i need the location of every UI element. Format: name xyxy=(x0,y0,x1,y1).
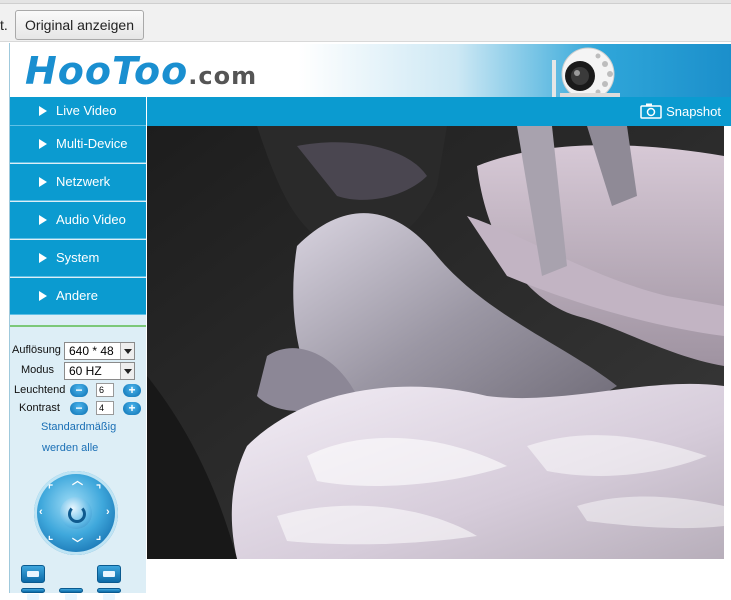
sidebar-divider xyxy=(10,325,146,327)
sidebar-item-andere[interactable]: Andere xyxy=(10,278,146,315)
reset-defaults-link[interactable]: Standardmäßig xyxy=(41,421,116,433)
show-original-button[interactable]: Original anzeigen xyxy=(15,10,144,40)
camera-illustration-icon xyxy=(552,47,620,97)
arrow-right-icon[interactable]: › xyxy=(106,507,110,518)
sidebar-item-label: Netzwerk xyxy=(56,174,111,189)
arrow-left-icon[interactable]: ‹ xyxy=(39,507,43,518)
contrast-label: Kontrast xyxy=(19,402,60,414)
sidebar-item-multi-device[interactable]: Multi-Device xyxy=(10,126,146,163)
row2-button-2[interactable] xyxy=(59,588,83,600)
sidebar-item-live-video[interactable]: Live Video xyxy=(10,97,146,126)
video-frame-image xyxy=(147,126,724,559)
translate-text-fragment: t. xyxy=(0,17,8,33)
minus-icon: − xyxy=(75,383,83,397)
sidebar-item-audio-video[interactable]: Audio Video xyxy=(10,202,146,239)
brightness-increase-button[interactable]: + xyxy=(123,384,141,397)
resolution-label: Auflösung xyxy=(12,344,61,356)
window-edge xyxy=(0,0,731,4)
video-toolbar: Snapshot xyxy=(147,97,731,126)
contrast-increase-button[interactable]: + xyxy=(123,402,141,415)
snapshot-label: Snapshot xyxy=(666,103,721,119)
mode-select[interactable]: 60 HZ xyxy=(64,362,135,380)
reset-defaults-link-line2[interactable]: werden alle xyxy=(42,442,98,454)
triangle-right-icon xyxy=(39,253,47,263)
sidebar-item-label: System xyxy=(56,250,100,265)
mode-label: Modus xyxy=(21,364,55,376)
brightness-decrease-button[interactable]: − xyxy=(70,384,88,397)
sidebar-item-label: Live Video xyxy=(56,103,117,118)
arrow-up-left-icon[interactable]: ⌜ xyxy=(48,485,53,496)
row2-button-1[interactable] xyxy=(21,588,45,600)
resolution-value: 640 * 48 xyxy=(69,344,114,358)
logo-main-text: HooToo xyxy=(25,49,189,93)
arrow-down-left-icon[interactable]: ⌞ xyxy=(48,531,53,542)
chevron-down-icon xyxy=(120,343,134,359)
minus-icon: − xyxy=(75,401,83,415)
mode-value: 60 HZ xyxy=(69,364,102,378)
translate-bar: t. Original anzeigen xyxy=(0,0,731,42)
ptz-direction-pad[interactable]: ︿ ﹀ ‹ › ⌜ ⌝ ⌞ ⌟ xyxy=(34,471,118,555)
header-banner: HooToo.com xyxy=(10,44,731,97)
sidebar-item-label: Andere xyxy=(56,288,98,303)
video-footer-blank xyxy=(147,559,731,593)
arrow-up-right-icon[interactable]: ⌝ xyxy=(96,485,101,496)
brightness-label: Leuchtend xyxy=(14,384,66,396)
plus-icon: + xyxy=(128,383,136,397)
row2-button-3[interactable] xyxy=(97,588,121,600)
chevron-down-icon xyxy=(120,363,134,379)
arrow-down-right-icon[interactable]: ⌟ xyxy=(96,531,101,542)
triangle-right-icon xyxy=(39,291,47,301)
logo-domain-text: .com xyxy=(188,62,258,90)
contrast-input[interactable]: 4 xyxy=(96,401,114,415)
sidebar-item-netzwerk[interactable]: Netzwerk xyxy=(10,164,146,201)
arrow-down-icon[interactable]: ﹀ xyxy=(72,539,83,550)
snapshot-button[interactable]: Snapshot xyxy=(640,101,721,121)
ptz-center-rotate-icon[interactable] xyxy=(60,497,92,529)
arrow-up-icon[interactable]: ︿ xyxy=(72,476,83,487)
triangle-right-icon xyxy=(39,215,47,225)
resolution-select[interactable]: 640 * 48 xyxy=(64,342,135,360)
contrast-decrease-button[interactable]: − xyxy=(70,402,88,415)
triangle-right-icon xyxy=(39,139,47,149)
preset-right-button[interactable] xyxy=(97,565,121,583)
preset-left-button[interactable] xyxy=(21,565,45,583)
triangle-right-icon xyxy=(39,177,47,187)
plus-icon: + xyxy=(128,401,136,415)
live-video-feed[interactable] xyxy=(147,126,724,559)
sidebar-item-label: Audio Video xyxy=(56,212,126,227)
sidebar-item-label: Multi-Device xyxy=(56,136,128,151)
triangle-right-icon xyxy=(39,106,47,116)
brand-logo[interactable]: HooToo.com xyxy=(25,49,257,93)
brightness-input[interactable]: 6 xyxy=(96,383,114,397)
sidebar-item-system[interactable]: System xyxy=(10,240,146,277)
camera-icon xyxy=(640,103,662,119)
